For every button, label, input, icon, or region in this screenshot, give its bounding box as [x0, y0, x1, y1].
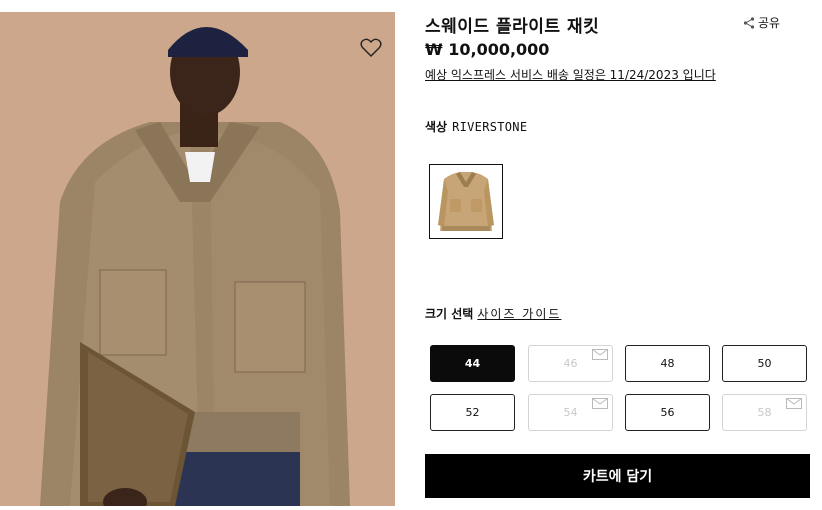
color-section: 색상 RIVERSTONE: [425, 118, 527, 135]
size-option-label: 58: [757, 406, 772, 419]
product-image: [0, 12, 395, 506]
product-photo-illustration: [0, 12, 395, 506]
size-option-58[interactable]: 58: [722, 394, 807, 431]
delivery-estimate-link[interactable]: 예상 익스프레스 서비스 배송 일정은 11/24/2023 입니다: [425, 66, 716, 83]
size-option-label: 56: [660, 406, 675, 419]
color-label: 색상: [425, 120, 448, 134]
size-option-50[interactable]: 50: [722, 345, 807, 382]
size-option-48[interactable]: 48: [625, 345, 710, 382]
product-title: 스웨이드 플라이트 재킷: [425, 17, 600, 37]
product-price: ₩ 10,000,000: [425, 40, 550, 59]
size-option-label: 54: [563, 406, 578, 419]
wishlist-heart-icon[interactable]: [360, 38, 382, 58]
size-option-label: 52: [465, 406, 480, 419]
color-value: RIVERSTONE: [452, 120, 528, 134]
size-guide-link[interactable]: 사이즈 가이드: [477, 307, 561, 321]
size-option-54[interactable]: 54: [528, 394, 613, 431]
add-to-cart-button[interactable]: 카트에 담기: [425, 454, 810, 498]
size-option-46[interactable]: 46: [528, 345, 613, 382]
share-button[interactable]: 공유: [743, 14, 780, 31]
size-label: 크기 선택: [425, 307, 474, 321]
mail-icon: [592, 398, 608, 409]
size-option-label: 44: [464, 357, 481, 370]
jacket-thumbnail: [438, 172, 494, 231]
size-option-label: 50: [757, 357, 772, 370]
share-icon: [743, 16, 755, 29]
size-option-44[interactable]: 44: [430, 345, 515, 382]
size-option-label: 46: [563, 357, 578, 370]
size-option-label: 48: [660, 357, 675, 370]
mail-icon: [786, 398, 802, 409]
size-option-52[interactable]: 52: [430, 394, 515, 431]
size-section-header: 크기 선택 사이즈 가이드: [425, 305, 561, 322]
color-swatch-riverstone[interactable]: [429, 164, 503, 239]
size-option-56[interactable]: 56: [625, 394, 710, 431]
share-label: 공유: [758, 16, 781, 30]
mail-icon: [592, 349, 608, 360]
